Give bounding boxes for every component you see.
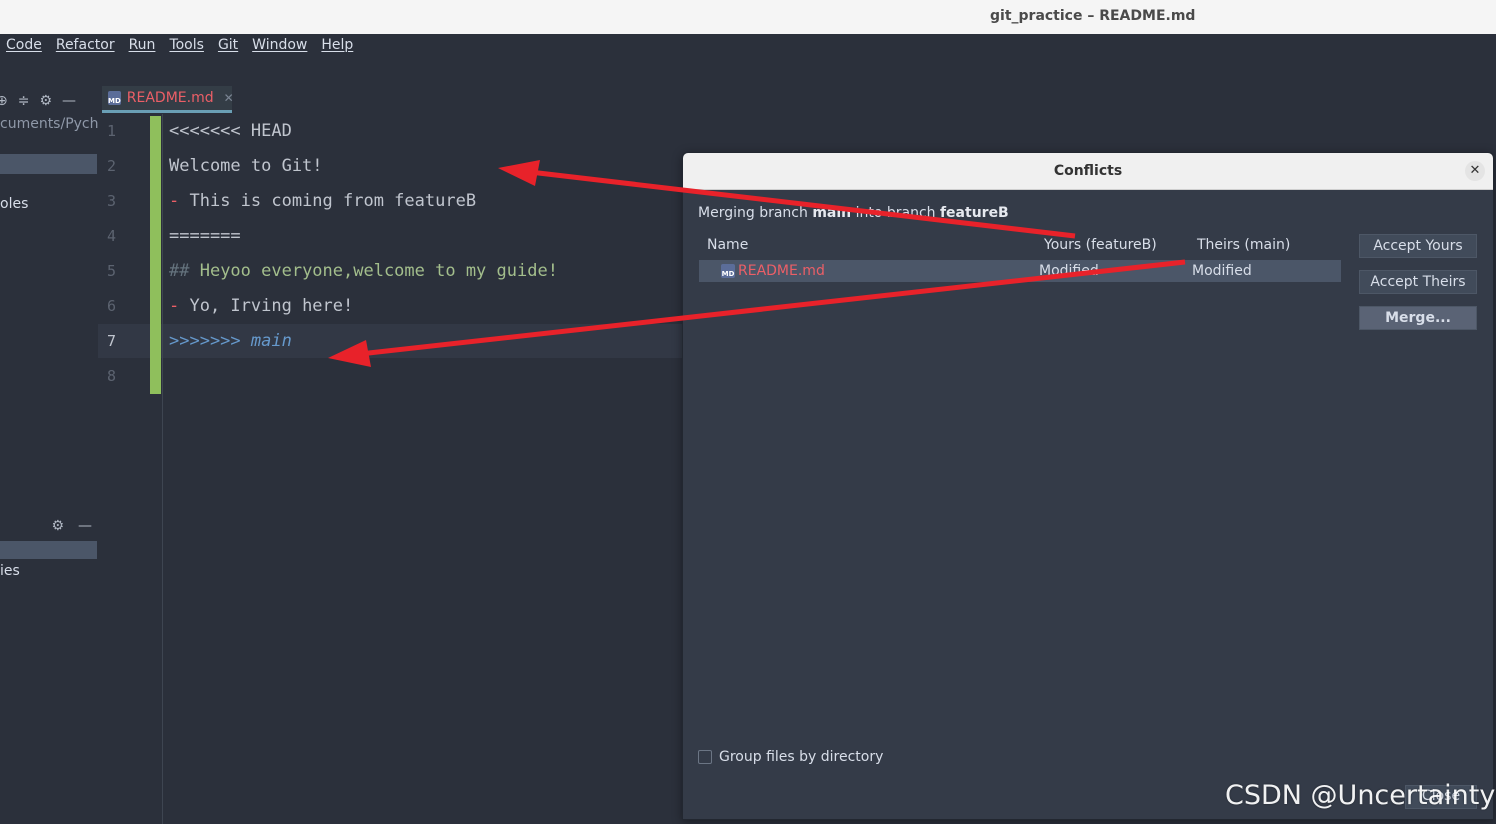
code-text: Yo, Irving here! — [189, 296, 354, 316]
dialog-title: Conflicts — [1053, 163, 1123, 179]
editor-gutter: 1 2 3 4 5 6 7 8 — [98, 114, 163, 824]
close-icon[interactable]: ✕ — [1465, 161, 1485, 181]
file-name: README.md — [738, 263, 825, 279]
menu-refactor[interactable]: Refactor — [56, 37, 115, 53]
lower-panel-toolbar: ⚙ — — [0, 516, 98, 536]
code-text: This is coming from featureB — [189, 191, 477, 211]
merge-message: Merging branch main into branch featureB — [698, 205, 1009, 221]
heading-hashes: ## — [169, 261, 200, 281]
line-number: 3 — [106, 192, 116, 210]
project-panel: ⊕ ≑ ⚙ — cuments/Pycha oles ⚙ — ies — [0, 86, 107, 824]
source-branch: main — [812, 205, 852, 221]
menu-git[interactable]: Git — [218, 37, 238, 53]
project-toolbar: ⊕ ≑ ⚙ — — [0, 90, 98, 112]
window-titlebar: git_practice – README.md — [0, 0, 1496, 35]
code-line: Welcome to Git! — [169, 156, 323, 176]
gear-icon[interactable]: ⚙ — [39, 93, 52, 109]
dialog-header: Conflicts ✕ — [683, 153, 1493, 190]
lower-panel-item[interactable]: ies — [0, 563, 20, 579]
watermark: CSDN @Uncertainty!! — [1225, 780, 1496, 811]
markdown-file-icon: MD — [721, 264, 735, 278]
close-icon[interactable]: ✕ — [224, 91, 234, 105]
menu-help[interactable]: Help — [321, 37, 353, 53]
project-tree-item[interactable]: oles — [0, 196, 28, 212]
menu-bar: Code Refactor Run Tools Git Window Help — [0, 34, 1496, 86]
minimize-icon[interactable]: — — [78, 518, 92, 534]
menu-window[interactable]: Window — [252, 37, 307, 53]
window-title: git_practice – README.md — [990, 8, 1196, 24]
lower-panel-selected-row[interactable] — [0, 541, 97, 559]
menu-code[interactable]: Code — [6, 37, 42, 53]
theirs-status: Modified — [1192, 263, 1252, 279]
accept-theirs-button[interactable]: Accept Theirs — [1359, 270, 1477, 294]
group-by-directory[interactable]: Group files by directory — [698, 749, 883, 765]
line-number: 6 — [106, 297, 116, 315]
menu-tools[interactable]: Tools — [169, 37, 204, 53]
line-number: 8 — [106, 367, 116, 385]
code-line: >>>>>>> main — [169, 331, 292, 351]
merge-button[interactable]: Merge... — [1359, 306, 1477, 330]
table-row[interactable]: MD README.md Modified Modified — [699, 260, 1341, 282]
table-header: Name Yours (featureB) Theirs (main) — [699, 237, 1341, 259]
column-theirs[interactable]: Theirs (main) — [1197, 237, 1290, 253]
editor-tab-bar: MD README.md ✕ — [98, 86, 1496, 114]
line-number: 4 — [106, 227, 116, 245]
project-path[interactable]: cuments/Pycha — [0, 116, 107, 132]
conflicts-dialog: Conflicts ✕ Merging branch main into bra… — [682, 152, 1494, 820]
branch-name: main — [250, 331, 292, 351]
conflict-marker: >>>>>>> — [169, 331, 251, 351]
column-name[interactable]: Name — [707, 237, 748, 253]
line-number: 2 — [106, 157, 116, 175]
accept-yours-button[interactable]: Accept Yours — [1359, 234, 1477, 258]
group-by-directory-checkbox[interactable] — [698, 750, 712, 764]
message-mid: into branch — [851, 205, 940, 221]
code-line: - This is coming from featureB — [169, 191, 476, 211]
message-prefix: Merging branch — [698, 205, 813, 221]
code-line: - Yo, Irving here! — [169, 296, 353, 316]
code-line: <<<<<<< HEAD — [169, 121, 292, 141]
yours-status: Modified — [1039, 263, 1099, 279]
menu-run[interactable]: Run — [129, 37, 156, 53]
gear-icon[interactable]: ⚙ — [51, 518, 64, 534]
line-number: 7 — [106, 332, 116, 350]
locate-icon[interactable]: ⊕ — [0, 93, 8, 109]
change-marker — [150, 116, 161, 394]
minimize-icon[interactable]: — — [62, 93, 76, 109]
list-dash: - — [169, 296, 190, 316]
column-yours[interactable]: Yours (featureB) — [1044, 237, 1157, 253]
line-number: 1 — [106, 122, 116, 140]
code-line: ======= — [169, 226, 241, 246]
list-dash: - — [169, 191, 190, 211]
line-number: 5 — [106, 262, 116, 280]
group-by-directory-label: Group files by directory — [719, 749, 884, 765]
target-branch: featureB — [939, 205, 1009, 221]
tab-label: README.md — [126, 90, 214, 106]
code-line: ## Heyoo everyone,welcome to my guide! — [169, 261, 558, 281]
code-text: Heyoo everyone,welcome to my guide! — [199, 261, 558, 281]
tab-readme[interactable]: MD README.md ✕ — [102, 86, 234, 113]
collapse-all-icon[interactable]: ≑ — [18, 93, 30, 109]
project-tree-selected-row[interactable] — [0, 154, 97, 174]
markdown-file-icon: MD — [108, 91, 121, 105]
